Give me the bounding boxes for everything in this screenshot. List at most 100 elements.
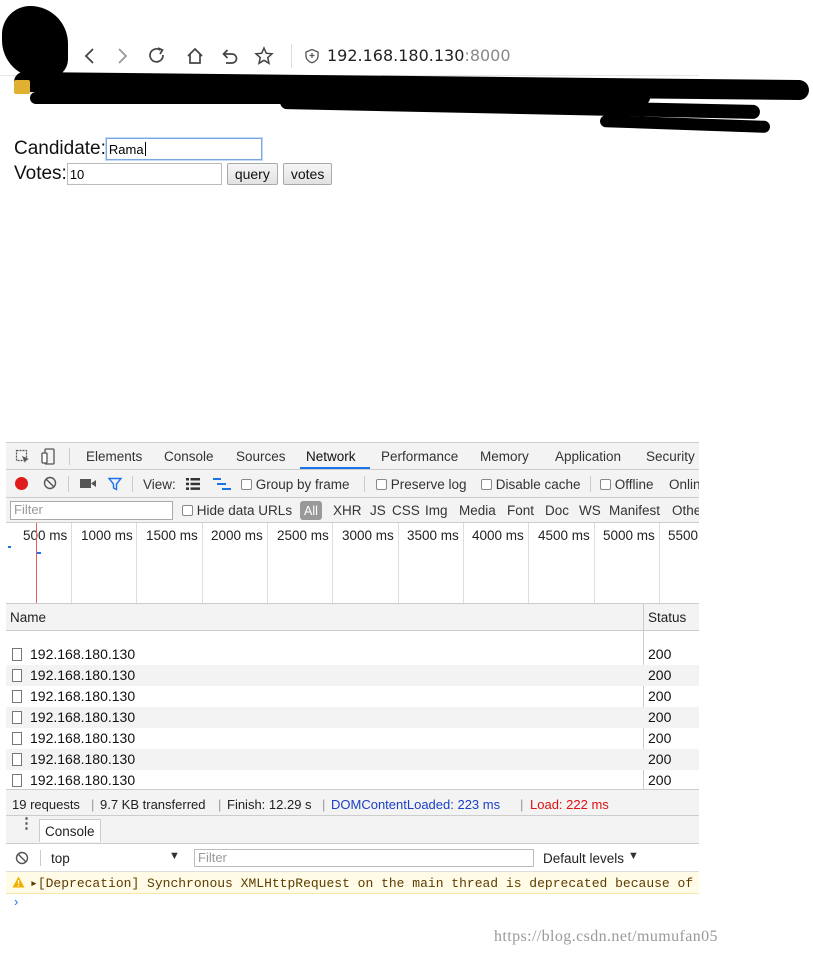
bookmark-button[interactable] (252, 44, 276, 68)
tab-elements[interactable]: Elements (86, 449, 142, 464)
context-dropdown-icon[interactable]: ▼ (169, 850, 180, 862)
tab-sources[interactable]: Sources (236, 449, 286, 464)
table-row[interactable]: 192.168.180.130 200 (6, 707, 699, 728)
request-status: 200 (648, 709, 672, 725)
record-icon[interactable] (15, 477, 28, 490)
timeline-tick-label: 1000 ms (81, 528, 133, 543)
offline-option[interactable]: Offline (600, 477, 654, 492)
column-status-header[interactable]: Status (648, 610, 686, 625)
inspect-icon[interactable] (15, 449, 31, 465)
disable-cache-checkbox[interactable] (481, 479, 492, 490)
waterfall-icon[interactable] (213, 478, 231, 490)
group-by-frame-option[interactable]: Group by frame (241, 477, 350, 492)
devtools-panel: Elements Console Sources Network Perform… (6, 442, 699, 957)
drawer-menu-icon[interactable]: ⋮ (19, 816, 34, 831)
disable-cache-option[interactable]: Disable cache (481, 477, 581, 492)
votes-input[interactable]: 10 (66, 163, 222, 185)
large-rows-icon[interactable] (186, 478, 200, 490)
timeline-gridline (202, 523, 203, 603)
votes-value: 10 (69, 166, 85, 182)
type-filter-doc[interactable]: Doc (545, 503, 569, 518)
summary-transferred: 9.7 KB transferred (100, 797, 206, 812)
reload-button[interactable] (145, 44, 169, 68)
drawer-tab-console[interactable]: Console (39, 819, 101, 842)
clear-console-icon[interactable] (15, 851, 29, 865)
tab-memory[interactable]: Memory (480, 449, 529, 464)
back-button[interactable] (78, 44, 102, 68)
network-toolbar: View: Group by frame Preserve log Disabl… (6, 470, 699, 498)
url-separator (291, 44, 292, 68)
preserve-log-option[interactable]: Preserve log (376, 477, 467, 492)
levels-dropdown-icon[interactable]: ▼ (628, 850, 639, 862)
console-warning-message[interactable]: ▸[Deprecation] Synchronous XMLHttpReques… (6, 872, 699, 894)
table-row[interactable]: 192.168.180.130 200 (6, 728, 699, 749)
document-icon (12, 732, 22, 745)
text-cursor (144, 142, 146, 156)
address-bar[interactable]: 192.168.180.130:8000 (327, 46, 511, 65)
group-by-frame-checkbox[interactable] (241, 479, 252, 490)
timeline-gridline (71, 523, 72, 603)
preserve-log-checkbox[interactable] (376, 479, 387, 490)
summary-domcontentloaded: DOMContentLoaded: 223 ms (331, 797, 501, 812)
summary-separator: | (520, 797, 524, 812)
network-filter-input[interactable]: Filter (10, 501, 173, 520)
column-name-header[interactable]: Name (10, 610, 46, 625)
tab-network[interactable]: Network (306, 449, 356, 464)
request-status: 200 (648, 646, 672, 662)
offline-label: Offline (614, 477, 654, 492)
type-filter-js[interactable]: JS (370, 503, 386, 518)
hide-data-urls-option[interactable]: Hide data URLs (182, 503, 292, 518)
hide-data-urls-label: Hide data URLs (196, 503, 293, 518)
timeline-tick-label: 4500 ms (538, 528, 590, 543)
console-filter-input[interactable]: Filter (194, 849, 534, 867)
network-overview-timeline[interactable]: 500 ms 1000 ms 1500 ms 2000 ms 2500 ms 3… (6, 523, 699, 604)
tab-application[interactable]: Application (555, 449, 621, 464)
throttling-select[interactable]: Onlin (669, 477, 699, 492)
drawer-tabbar: ⋮ Console (6, 816, 699, 844)
type-filter-img[interactable]: Img (425, 503, 448, 518)
log-levels-select[interactable]: Default levels (543, 851, 624, 866)
votes-label: Votes: (14, 163, 67, 184)
context-selector[interactable]: top (51, 851, 70, 866)
request-name: 192.168.180.130 (30, 751, 136, 767)
hide-data-urls-checkbox[interactable] (182, 505, 193, 516)
type-filter-xhr[interactable]: XHR (333, 503, 362, 518)
filter-icon[interactable] (108, 477, 122, 491)
type-filter-other[interactable]: Othe (672, 503, 699, 518)
home-icon (187, 47, 203, 64)
type-filter-ws[interactable]: WS (579, 503, 601, 518)
console-prompt-icon[interactable]: › (14, 894, 18, 909)
device-toolbar-icon[interactable] (41, 448, 57, 465)
request-name: 192.168.180.130 (30, 772, 136, 788)
candidate-input[interactable]: Rama (105, 138, 262, 160)
tab-security[interactable]: Security (646, 449, 695, 464)
table-row[interactable]: 192.168.180.130 200 (6, 686, 699, 707)
candidate-row: Candidate: Rama (14, 138, 262, 160)
forward-button[interactable] (110, 44, 134, 68)
table-row[interactable]: 192.168.180.130 200 (6, 749, 699, 770)
clear-icon[interactable] (43, 476, 57, 490)
table-row[interactable]: 192.168.180.130 200 (6, 770, 699, 789)
offline-checkbox[interactable] (600, 479, 611, 490)
tab-console[interactable]: Console (164, 449, 214, 464)
undo-button[interactable] (218, 44, 242, 68)
screenshot-capture-icon[interactable] (80, 478, 96, 489)
timeline-gridline (594, 523, 595, 603)
type-filter-font[interactable]: Font (507, 503, 534, 518)
type-filter-manifest[interactable]: Manifest (609, 503, 660, 518)
table-row[interactable]: 192.168.180.130 200 (6, 665, 699, 686)
type-filter-all[interactable]: All (300, 501, 322, 520)
toolbar-separator (364, 476, 365, 492)
home-button[interactable] (183, 44, 207, 68)
preserve-log-label: Preserve log (390, 477, 467, 492)
type-filter-css[interactable]: CSS (392, 503, 420, 518)
query-button[interactable]: query (226, 163, 278, 185)
table-row[interactable]: 192.168.180.130 200 (6, 644, 699, 665)
active-tab-indicator (300, 467, 370, 469)
request-status: 200 (648, 772, 672, 788)
tab-performance[interactable]: Performance (381, 449, 458, 464)
votes-button[interactable]: votes (282, 163, 333, 185)
document-icon (12, 774, 22, 787)
undo-icon (222, 49, 238, 64)
type-filter-media[interactable]: Media (459, 503, 496, 518)
